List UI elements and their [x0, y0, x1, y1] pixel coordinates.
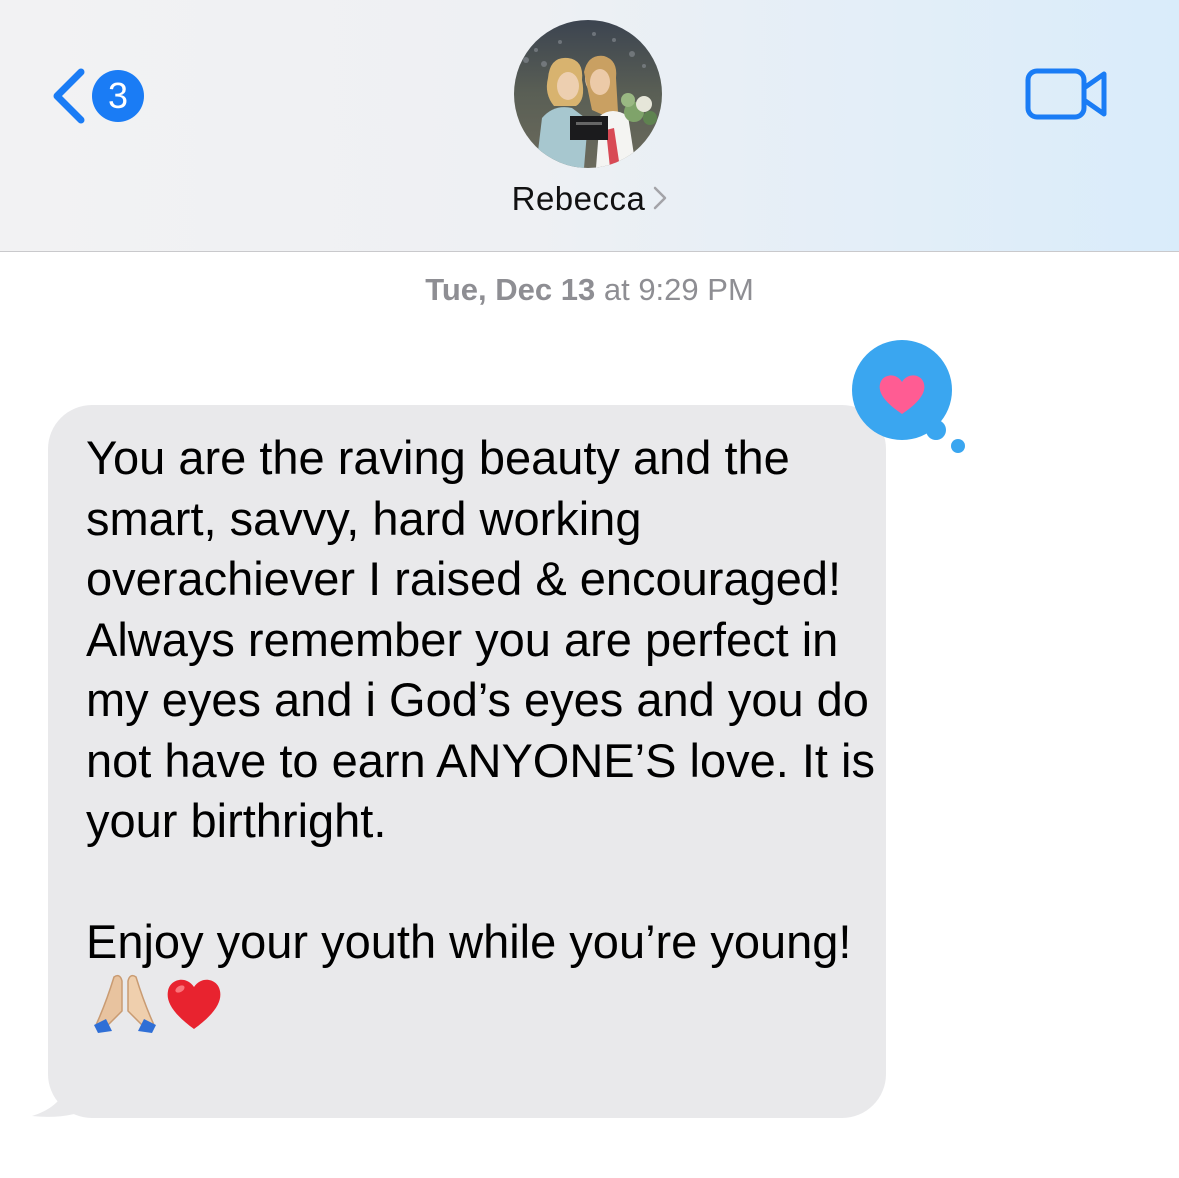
message-body: You are the raving beauty and the smart,… [86, 431, 875, 968]
unread-count-badge: 3 [92, 70, 144, 122]
conversation-header: 3 Rebecca [0, 0, 1179, 252]
red-heart-emoji [164, 975, 224, 1048]
avatar-photo [514, 20, 662, 168]
folded-hands-emoji [92, 973, 158, 1048]
message-text: You are the raving beauty and the smart,… [86, 428, 876, 1047]
avatar[interactable] [514, 20, 662, 168]
chevron-right-icon [654, 186, 667, 210]
video-camera-icon [1025, 68, 1107, 120]
contact-name: Rebecca [511, 180, 646, 217]
message-timestamp: Tue, Dec 13 at 9:29 PM [0, 268, 1179, 312]
contact-name-button[interactable]: Rebecca [0, 180, 1179, 228]
video-call-button[interactable] [1024, 66, 1110, 122]
timestamp-time: at 9:29 PM [595, 272, 754, 307]
chevron-left-icon [53, 68, 85, 124]
heart-tapback-reaction[interactable] [850, 340, 980, 460]
back-button[interactable]: 3 [44, 62, 154, 130]
timestamp-day: Tue, Dec 13 [425, 272, 596, 307]
